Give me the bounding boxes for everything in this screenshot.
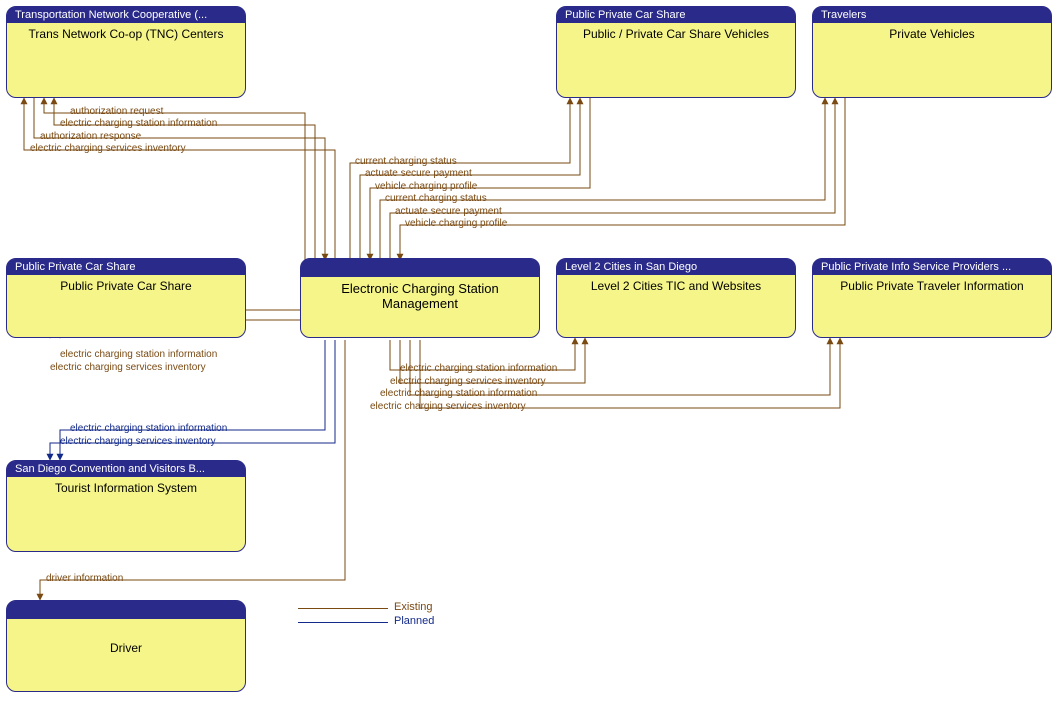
flow-tnc-auth-req: authorization request bbox=[70, 106, 163, 117]
node-pti[interactable]: Public Private Info Service Providers ..… bbox=[812, 258, 1052, 338]
node-carshare-veh-body: Public / Private Car Share Vehicles bbox=[557, 23, 795, 45]
node-carshare[interactable]: Public Private Car Share Public Private … bbox=[6, 258, 246, 338]
node-tnc-body: Trans Network Co-op (TNC) Centers bbox=[7, 23, 245, 45]
node-driver-header bbox=[7, 601, 245, 619]
flow-tnc-auth-resp: authorization response bbox=[40, 131, 141, 142]
node-ecsm[interactable]: Electronic Charging Station Management bbox=[300, 258, 540, 338]
node-tourist-header: San Diego Convention and Visitors B... bbox=[7, 461, 245, 477]
legend-line-existing bbox=[298, 608, 388, 609]
flow-veh-asp2: actuate secure payment bbox=[395, 206, 502, 217]
flow-veh-asp1: actuate secure payment bbox=[365, 168, 472, 179]
node-travelers-body: Private Vehicles bbox=[813, 23, 1051, 45]
node-l2[interactable]: Level 2 Cities in San Diego Level 2 Citi… bbox=[556, 258, 796, 338]
legend-label-planned: Planned bbox=[394, 615, 434, 627]
node-tourist[interactable]: San Diego Convention and Visitors B... T… bbox=[6, 460, 246, 552]
flow-veh-ccs1: current charging status bbox=[355, 156, 457, 167]
node-tnc[interactable]: Transportation Network Cooperative (... … bbox=[6, 6, 246, 98]
node-tnc-header: Transportation Network Cooperative (... bbox=[7, 7, 245, 23]
flow-pti-ecsi: electric charging station information bbox=[380, 388, 537, 399]
node-ecsm-body: Electronic Charging Station Management bbox=[301, 277, 539, 315]
flow-cs-ecsi: electric charging station information bbox=[60, 349, 217, 360]
flow-tnc-inv: electric charging services inventory bbox=[30, 143, 186, 154]
legend-line-planned bbox=[298, 622, 388, 623]
node-pti-body: Public Private Traveler Information bbox=[813, 275, 1051, 297]
flow-l2-ecsi: electric charging station information bbox=[400, 363, 557, 374]
node-travelers-header: Travelers bbox=[813, 7, 1051, 23]
node-driver-body: Driver bbox=[7, 619, 245, 659]
flow-veh-ccs2: current charging status bbox=[385, 193, 487, 204]
node-ecsm-header bbox=[301, 259, 539, 277]
flow-veh-vcp2: vehicle charging profile bbox=[405, 218, 507, 229]
node-driver[interactable]: Driver bbox=[6, 600, 246, 692]
node-l2-header: Level 2 Cities in San Diego bbox=[557, 259, 795, 275]
node-carshare-header: Public Private Car Share bbox=[7, 259, 245, 275]
flow-l2-inv: electric charging services inventory bbox=[390, 376, 546, 387]
flow-driver-info: driver information bbox=[46, 573, 123, 584]
node-pti-header: Public Private Info Service Providers ..… bbox=[813, 259, 1051, 275]
node-carshare-veh[interactable]: Public Private Car Share Public / Privat… bbox=[556, 6, 796, 98]
flow-tis-inv: electric charging services inventory bbox=[60, 436, 216, 447]
flow-cs-inv: electric charging services inventory bbox=[50, 362, 206, 373]
node-l2-body: Level 2 Cities TIC and Websites bbox=[557, 275, 795, 297]
node-travelers[interactable]: Travelers Private Vehicles bbox=[812, 6, 1052, 98]
flow-pti-inv: electric charging services inventory bbox=[370, 401, 526, 412]
flow-tnc-ecsi: electric charging station information bbox=[60, 118, 217, 129]
legend-label-existing: Existing bbox=[394, 601, 433, 613]
node-tourist-body: Tourist Information System bbox=[7, 477, 245, 499]
node-carshare-body: Public Private Car Share bbox=[7, 275, 245, 297]
flow-tis-ecsi: electric charging station information bbox=[70, 423, 227, 434]
node-carshare-veh-header: Public Private Car Share bbox=[557, 7, 795, 23]
flow-veh-vcp1: vehicle charging profile bbox=[375, 181, 477, 192]
